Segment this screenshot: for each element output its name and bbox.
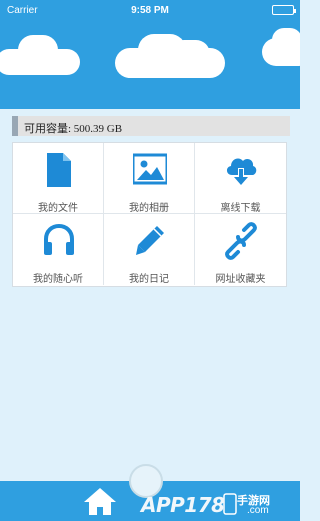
grid-item-label: 网址收藏夹 bbox=[215, 274, 266, 285]
grid-item-label: 离线下载 bbox=[220, 203, 261, 214]
grid-item-offline-download[interactable]: 离线下载 bbox=[195, 143, 286, 214]
battery-icon bbox=[272, 5, 296, 15]
grid-item-my-files[interactable]: 我的文件 bbox=[13, 143, 104, 214]
home-icon[interactable] bbox=[82, 484, 118, 518]
cloud-decoration-middle-puff2 bbox=[170, 40, 210, 68]
grid-item-my-music[interactable]: 我的随心听 bbox=[13, 214, 104, 285]
storage-capacity-bar: 可用容量: 500.39 GB bbox=[12, 116, 290, 136]
feature-grid: 我的文件 我的相册 离线下载 我的随心听 我的日记 网址收藏夹 bbox=[12, 142, 287, 287]
grid-item-my-diary[interactable]: 我的日记 bbox=[104, 214, 195, 285]
grid-item-url-favorites[interactable]: 网址收藏夹 bbox=[195, 214, 286, 285]
cloud-download-icon bbox=[226, 158, 257, 185]
grid-item-label: 我的随心听 bbox=[33, 274, 83, 285]
pencil-icon bbox=[136, 226, 164, 255]
file-icon bbox=[47, 153, 71, 187]
grid-item-label: 我的文件 bbox=[38, 203, 78, 214]
storage-indicator bbox=[12, 116, 18, 136]
watermark-domain: .com bbox=[247, 505, 269, 516]
grid-item-label: 我的日记 bbox=[129, 274, 169, 285]
cloud-decoration-right-puff bbox=[272, 28, 300, 52]
cloud-decoration-left-puff bbox=[18, 35, 58, 65]
header-banner bbox=[0, 20, 300, 109]
status-time: 9:58 PM bbox=[131, 5, 169, 16]
grid-item-my-album[interactable]: 我的相册 bbox=[104, 143, 195, 214]
watermark-brand: APP178 bbox=[141, 493, 225, 517]
status-bar: Carrier 9:58 PM bbox=[0, 0, 300, 20]
watermark-logo: APP178 手游网 .com bbox=[125, 490, 298, 518]
headphones-icon bbox=[44, 223, 74, 255]
storage-capacity-label: 可用容量: 500.39 GB bbox=[24, 123, 123, 135]
photo-icon bbox=[133, 153, 167, 185]
grid-item-label: 我的相册 bbox=[129, 203, 169, 214]
link-icon bbox=[225, 222, 257, 260]
